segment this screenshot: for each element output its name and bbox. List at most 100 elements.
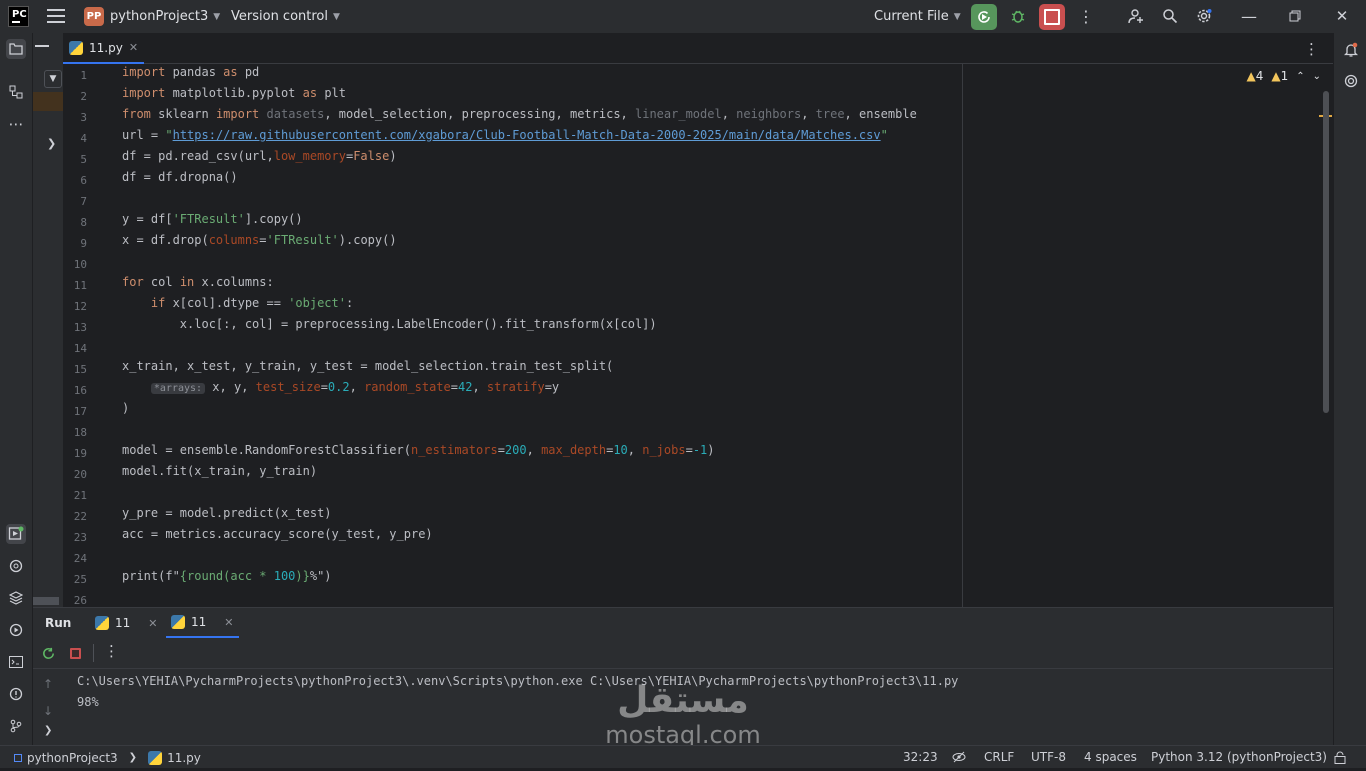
close-tab-icon[interactable]: ✕	[129, 41, 138, 54]
code-line[interactable]: x_train, x_test, y_train, y_test = model…	[122, 359, 613, 380]
minimize-button[interactable]: —	[1240, 7, 1258, 26]
stop-icon[interactable]	[70, 648, 81, 659]
debug-button[interactable]	[1008, 6, 1028, 26]
python-console-icon[interactable]	[6, 556, 26, 576]
notifications-icon[interactable]	[1341, 40, 1361, 60]
pycharm-logo-icon[interactable]: PC	[8, 6, 29, 27]
version-control-menu[interactable]: Version control ▼	[231, 0, 340, 33]
line-number[interactable]: 21	[63, 489, 87, 502]
code-line[interactable]: df = pd.read_csv(url,low_memory=False)	[122, 149, 397, 170]
project-tool-icon[interactable]	[6, 39, 26, 59]
chevron-right-icon[interactable]: ❯	[44, 725, 52, 736]
editor-tab-11py[interactable]: 11.py ✕	[63, 33, 145, 64]
panel-scrollbar[interactable]	[33, 597, 59, 605]
code-line[interactable]: print(f"{round(acc * 100)}%")	[122, 569, 332, 590]
more-tools-icon[interactable]: ⋯	[6, 114, 26, 134]
scroll-down-icon[interactable]: ↓	[43, 704, 53, 718]
lock-icon[interactable]	[1334, 746, 1346, 769]
close-window-button[interactable]: ✕	[1333, 7, 1351, 25]
run-tab-2[interactable]: 11 ✕	[166, 608, 239, 638]
rerun-icon[interactable]	[41, 646, 56, 665]
line-number[interactable]: 12	[63, 300, 87, 313]
run-tool-icon[interactable]	[6, 524, 26, 544]
problems-icon[interactable]	[6, 684, 26, 704]
line-number[interactable]: 20	[63, 468, 87, 481]
line-number[interactable]: 16	[63, 384, 87, 397]
weak-warnings-count[interactable]: ▲1	[1271, 69, 1288, 83]
code-token[interactable]: https://raw.githubusercontent.com/xgabor…	[173, 128, 881, 142]
code-line[interactable]: *arrays: x, y, test_size=0.2, random_sta…	[122, 380, 559, 401]
warnings-count[interactable]: ▲4	[1246, 69, 1263, 83]
line-number[interactable]: 25	[63, 573, 87, 586]
tab-options-icon[interactable]: ⋮	[1304, 40, 1319, 58]
hide-panel-icon[interactable]	[35, 45, 49, 47]
line-number[interactable]: 9	[63, 237, 87, 250]
line-number[interactable]: 17	[63, 405, 87, 418]
code-line[interactable]: for col in x.columns:	[122, 275, 274, 296]
code-line[interactable]: y_pre = model.predict(x_test)	[122, 506, 332, 527]
run-tab-1[interactable]: 11 ✕	[95, 608, 158, 638]
code-editor[interactable]: 1 2 3 4 5 6 7 8 9 10 11 12 13 14 15 16 17 18 19 20 21 22 23 24 2…	[63, 64, 1333, 607]
close-tab-icon[interactable]: ✕	[148, 617, 157, 630]
caret-position[interactable]: 32:23	[903, 746, 938, 769]
run-config-selector[interactable]: Current File ▼	[874, 0, 961, 33]
breadcrumb-file[interactable]: 11.py	[167, 747, 201, 769]
structure-tool-icon[interactable]	[6, 82, 26, 102]
indent-setting[interactable]: 4 spaces	[1084, 746, 1137, 769]
code-line[interactable]: url = "https://raw.githubusercontent.com…	[122, 128, 888, 149]
code-line[interactable]: model = ensemble.RandomForestClassifier(…	[122, 443, 715, 464]
settings-button[interactable]	[1195, 7, 1213, 25]
editor-scrollbar[interactable]	[1323, 91, 1329, 413]
services-icon[interactable]	[6, 620, 26, 640]
main-menu-icon[interactable]	[47, 9, 65, 23]
code-line[interactable]: acc = metrics.accuracy_score(y_test, y_p…	[122, 527, 433, 548]
code-line[interactable]: y = df['FTResult'].copy()	[122, 212, 303, 233]
line-number[interactable]: 15	[63, 363, 87, 376]
line-separator[interactable]: CRLF	[984, 746, 1014, 769]
no-lock-icon[interactable]	[952, 746, 966, 769]
line-number[interactable]: 2	[63, 90, 87, 103]
breadcrumb-project[interactable]: pythonProject3	[27, 747, 118, 769]
code-line[interactable]: x.loc[:, col] = preprocessing.LabelEncod…	[122, 317, 657, 338]
code-line[interactable]: df = df.dropna()	[122, 170, 238, 191]
restore-button[interactable]	[1286, 7, 1304, 25]
add-user-button[interactable]	[1127, 7, 1145, 25]
line-number[interactable]: 22	[63, 510, 87, 523]
code-line[interactable]: if x[col].dtype == 'object':	[122, 296, 353, 317]
expand-all-icon[interactable]: ▼	[44, 70, 62, 88]
line-number[interactable]: 5	[63, 153, 87, 166]
inspection-widget[interactable]: ▲4 ▲1 ⌃ ⌄	[1246, 69, 1321, 83]
line-number[interactable]: 19	[63, 447, 87, 460]
code-line[interactable]: x = df.drop(columns='FTResult').copy()	[122, 233, 397, 254]
code-line[interactable]: )	[122, 401, 129, 422]
line-number[interactable]: 24	[63, 552, 87, 565]
more-actions-icon[interactable]: ⋮	[1078, 6, 1094, 26]
line-number[interactable]: 7	[63, 195, 87, 208]
code-line[interactable]: model.fit(x_train, y_train)	[122, 464, 317, 485]
line-number[interactable]: 10	[63, 258, 87, 271]
next-highlight-icon[interactable]: ⌄	[1313, 71, 1321, 82]
line-number[interactable]: 11	[63, 279, 87, 292]
line-number[interactable]: 3	[63, 111, 87, 124]
previous-highlight-icon[interactable]: ⌃	[1296, 71, 1304, 82]
line-number[interactable]: 4	[63, 132, 87, 145]
python-interpreter[interactable]: Python 3.12 (pythonProject3)	[1151, 746, 1327, 769]
python-packages-icon[interactable]	[6, 588, 26, 608]
file-encoding[interactable]: UTF-8	[1031, 746, 1066, 769]
line-number[interactable]: 14	[63, 342, 87, 355]
git-icon[interactable]	[6, 716, 26, 736]
close-tab-icon[interactable]: ✕	[224, 616, 233, 629]
line-number[interactable]: 8	[63, 216, 87, 229]
project-selector[interactable]: pythonProject3 ▼	[110, 0, 220, 33]
rerun-button[interactable]	[971, 4, 997, 30]
terminal-icon[interactable]	[6, 652, 26, 672]
line-number[interactable]: 1	[63, 69, 87, 82]
scroll-up-icon[interactable]: ↑	[43, 677, 53, 691]
line-number[interactable]: 26	[63, 594, 87, 607]
line-number[interactable]: 6	[63, 174, 87, 187]
line-number[interactable]: 23	[63, 531, 87, 544]
more-options-icon[interactable]: ⋮	[104, 642, 119, 660]
line-number[interactable]: 18	[63, 426, 87, 439]
code-line[interactable]: import pandas as pd	[122, 65, 259, 86]
code-line[interactable]: import matplotlib.pyplot as plt	[122, 86, 346, 107]
